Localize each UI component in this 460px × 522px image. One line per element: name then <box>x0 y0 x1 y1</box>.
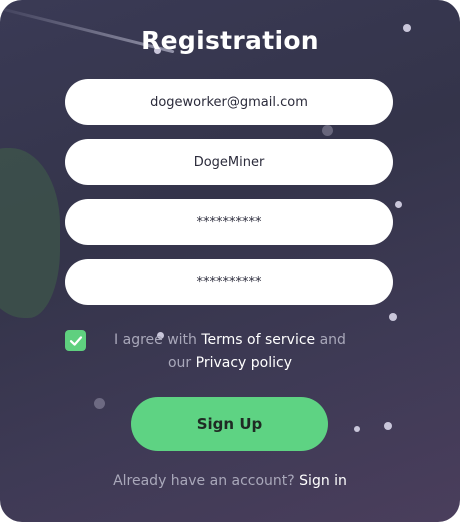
sign-in-link[interactable]: Sign in <box>299 473 347 489</box>
star-decoration <box>389 313 397 321</box>
star-decoration <box>384 422 392 430</box>
star-decoration <box>395 201 402 208</box>
privacy-policy-link[interactable]: Privacy policy <box>196 355 292 371</box>
agree-checkbox[interactable] <box>65 330 86 351</box>
page-title: Registration <box>141 26 319 55</box>
signin-prompt: Already have an account? Sign in <box>0 473 460 489</box>
email-field[interactable]: dogeworker@gmail.com <box>65 79 393 125</box>
signin-prompt-text: Already have an account? <box>113 473 300 489</box>
agree-our: our <box>167 355 196 371</box>
username-field[interactable]: DogeMiner <box>65 139 393 185</box>
star-decoration <box>322 125 333 136</box>
background-shape-decoration <box>0 148 60 318</box>
star-decoration <box>94 398 105 409</box>
registration-card: Registration dogeworker@gmail.com DogeMi… <box>0 0 460 522</box>
star-decoration <box>354 426 360 432</box>
terms-of-service-link[interactable]: Terms of service <box>201 332 315 348</box>
checkmark-icon <box>69 335 82 346</box>
terms-agreement-text: I agree with Terms of service and our Pr… <box>100 329 360 375</box>
confirm-password-field[interactable]: ********** <box>65 259 393 305</box>
sign-up-button[interactable]: Sign Up <box>131 397 328 451</box>
agree-middle: and <box>315 332 346 348</box>
password-field[interactable]: ********** <box>65 199 393 245</box>
agree-prefix: I agree with <box>114 332 202 348</box>
